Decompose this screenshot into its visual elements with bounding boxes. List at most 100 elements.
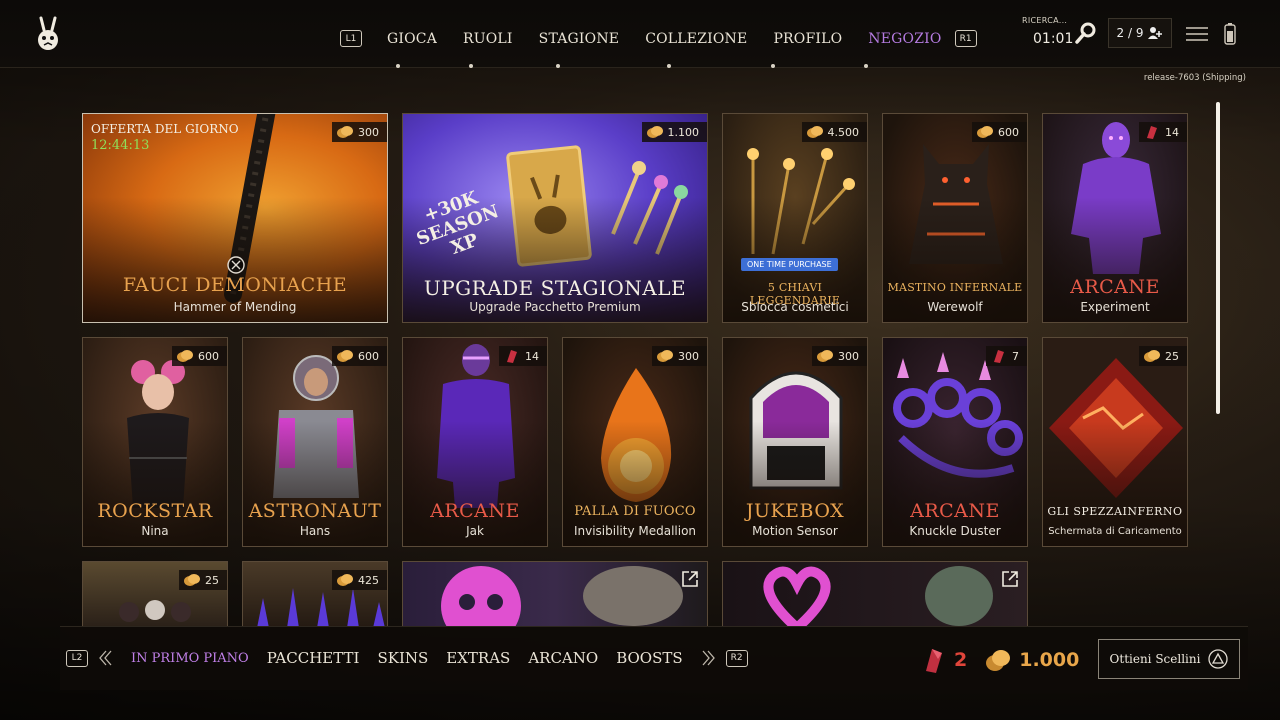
- get-shillings-label: Ottieni Scellini: [1109, 652, 1201, 666]
- category-featured[interactable]: IN PRIMO PIANO: [131, 651, 249, 666]
- price-tag: 14: [1139, 122, 1187, 142]
- hellhound-card[interactable]: 600 MASTINO INFERNALE Werewolf: [882, 113, 1028, 323]
- card-subtitle: Experiment: [1080, 300, 1150, 314]
- nav-dot: [556, 64, 560, 68]
- coin-icon: [646, 126, 663, 138]
- price-value: 14: [1165, 125, 1179, 139]
- price-value: 14: [525, 349, 539, 363]
- matchmaking-search[interactable]: RICERCA... 01:01: [1022, 16, 1096, 47]
- card-title: UPGRADE STAGIONALE: [423, 276, 687, 300]
- card-subtitle: Schermata di Caricamento: [1048, 526, 1182, 537]
- heart-art: [763, 566, 993, 627]
- tab-stagione[interactable]: STAGIONE: [539, 31, 620, 47]
- coin-balance: 1.000: [1019, 649, 1080, 671]
- price-value: 4.500: [827, 125, 860, 139]
- scrollbar[interactable]: [1216, 102, 1220, 414]
- tab-profilo[interactable]: PROFILO: [773, 31, 842, 47]
- price-tag: 25: [179, 570, 227, 590]
- card-subtitle: Hammer of Mending: [173, 300, 297, 314]
- category-bundles[interactable]: PACCHETTI: [267, 649, 360, 667]
- tab-collezione[interactable]: COLLEZIONE: [645, 31, 747, 47]
- bottom-bar: L2 IN PRIMO PIANO PACCHETTI SKINS EXTRAS…: [60, 626, 1248, 690]
- shard-icon: [1147, 126, 1157, 139]
- price-value: 300: [358, 125, 379, 139]
- card-subtitle: Invisibility Medallion: [573, 524, 697, 538]
- price-value: 25: [1165, 349, 1179, 363]
- coin-icon: [986, 650, 1011, 671]
- menu-icon[interactable]: [1186, 27, 1208, 41]
- shard-icon: [994, 350, 1004, 363]
- search-timer: 01:01: [1033, 31, 1074, 47]
- card-title: ARCANE: [430, 500, 520, 522]
- promo-heart-card[interactable]: [722, 561, 1028, 627]
- spikes-card[interactable]: 425: [242, 561, 388, 627]
- tab-negozio[interactable]: NEGOZIO: [868, 31, 941, 47]
- arcane-jak-card[interactable]: 14 ARCANE Jak: [402, 337, 548, 547]
- fireball-card[interactable]: 300 PALLA DI FUOCO Invisibility Medallio…: [562, 337, 708, 547]
- category-arcane[interactable]: ARCANO: [528, 649, 598, 667]
- card-title: ASTRONAUT: [248, 500, 382, 522]
- price-value: 600: [358, 349, 379, 363]
- price-tag: 4.500: [801, 122, 867, 142]
- loading-screen-card[interactable]: 25 GLI SPEZZAINFERNO Schermata di Carica…: [1042, 337, 1188, 547]
- nav-dot: [864, 64, 868, 68]
- card-title: ARCANE: [1070, 276, 1160, 298]
- l1-hint: L1: [340, 30, 362, 47]
- nav-dot: [396, 64, 400, 68]
- price-value: 300: [838, 349, 859, 363]
- card-title: MASTINO INFERNALE: [887, 281, 1023, 294]
- price-value: 7: [1012, 349, 1019, 363]
- main-nav: L1 GIOCA RUOLI STAGIONE COLLEZIONE PROFI…: [340, 30, 977, 47]
- top-bar: L1 GIOCA RUOLI STAGIONE COLLEZIONE PROFI…: [0, 0, 1280, 68]
- tab-ruoli[interactable]: RUOLI: [463, 31, 513, 47]
- price-tag: 1.100: [641, 122, 707, 142]
- nav-dot: [667, 64, 671, 68]
- price-tag: 14: [499, 346, 547, 366]
- arcane-experiment-card[interactable]: 14 ARCANE Experiment: [1042, 113, 1188, 323]
- card-subtitle: Knuckle Duster: [909, 524, 1001, 538]
- r2-hint: R2: [725, 649, 748, 667]
- promo-skull-card[interactable]: [402, 561, 708, 627]
- daily-offer-label: OFFERTA DEL GIORNO: [91, 122, 239, 136]
- get-shillings-button[interactable]: Ottieni Scellini: [1098, 639, 1240, 679]
- skull-art: [441, 566, 683, 627]
- tab-gioca[interactable]: GIOCA: [387, 31, 437, 47]
- category-skins[interactable]: SKINS: [377, 649, 428, 667]
- card-title: ROCKSTAR: [97, 500, 213, 522]
- price-value: 600: [198, 349, 219, 363]
- card-subtitle: Jak: [466, 524, 484, 538]
- card-title: PALLA DI FUOCO: [574, 504, 696, 519]
- coin-icon: [177, 350, 193, 362]
- party-count: 2 / 9: [1116, 26, 1144, 40]
- category-boosts[interactable]: BOOSTS: [616, 649, 682, 667]
- coin-icon: [1144, 350, 1160, 362]
- daily-offer-card[interactable]: OFFERTA DEL GIORNO 12:44:13 300 FAUCI DE…: [82, 113, 388, 323]
- card-subtitle: Werewolf: [927, 300, 983, 314]
- nav-dot: [469, 64, 473, 68]
- season-upgrade-card[interactable]: +30K SEASON XP 1.100 UPGRADE STAGIONALE …: [402, 113, 708, 323]
- coin-icon: [337, 126, 353, 138]
- party-icon: [1148, 27, 1163, 39]
- nav-dot: [771, 64, 775, 68]
- cross-button-icon: [227, 256, 245, 274]
- chevron-right-icon[interactable]: [702, 649, 716, 667]
- astronaut-card[interactable]: 600 ASTRONAUT Hans: [242, 337, 388, 547]
- battery-icon: [1224, 23, 1236, 45]
- external-link-icon: [1002, 571, 1018, 587]
- chevron-left-icon[interactable]: [98, 649, 112, 667]
- card-subtitle: Nina: [141, 524, 169, 538]
- rabbit-logo-icon: [38, 16, 58, 50]
- arcane-knuckle-card[interactable]: 7 ARCANE Knuckle Duster: [882, 337, 1028, 547]
- price-tag: 600: [172, 346, 227, 366]
- category-extras[interactable]: EXTRAS: [446, 649, 510, 667]
- coin-icon: [806, 126, 823, 138]
- coin-icon: [977, 126, 993, 138]
- legendary-keys-card[interactable]: 4.500 ONE TIME PURCHASE 5 CHIAVI LEGGEND…: [722, 113, 868, 323]
- jukebox-card[interactable]: 300 JUKEBOX Motion Sensor: [722, 337, 868, 547]
- price-tag: 300: [332, 122, 387, 142]
- party-button[interactable]: 2 / 9: [1108, 18, 1172, 48]
- bundle-card[interactable]: 25: [82, 561, 228, 627]
- coin-icon: [337, 350, 353, 362]
- price-value: 425: [358, 573, 379, 587]
- rockstar-card[interactable]: 600 ROCKSTAR Nina: [82, 337, 228, 547]
